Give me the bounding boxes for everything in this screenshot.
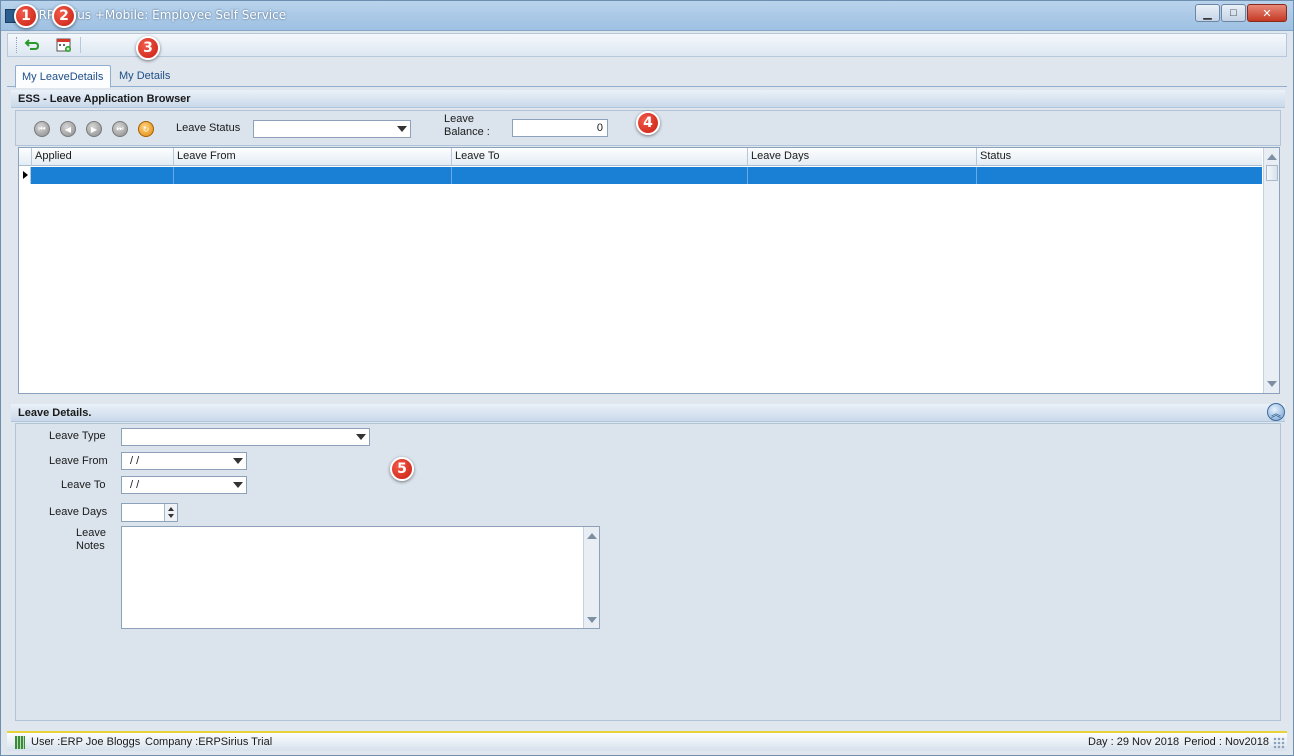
leave-balance-value: 0 <box>596 122 603 134</box>
collapse-panel-icon[interactable]: ︽ <box>1267 403 1285 421</box>
leave-notes-label-line2: Notes <box>76 540 105 552</box>
window-controls: ▁ □ ✕ <box>1195 4 1287 24</box>
column-header-status[interactable]: Status <box>976 148 1262 166</box>
leave-from-label: Leave From <box>49 455 108 467</box>
stepper-buttons[interactable] <box>164 504 177 521</box>
leave-balance-label-line2: Balance : <box>444 126 490 138</box>
status-period: Period : Nov2018 <box>1184 736 1269 748</box>
chevron-down-icon <box>233 458 243 464</box>
leave-balance-label-line1: Leave <box>444 113 474 125</box>
scroll-down-icon[interactable] <box>1265 376 1279 391</box>
status-bars-icon <box>15 736 25 749</box>
toolbar <box>7 33 1287 57</box>
calendar-button[interactable] <box>54 36 74 54</box>
cell-leave-from <box>173 167 451 184</box>
leave-details-panel: Leave Type Leave From / / Leave To / / L… <box>15 423 1281 721</box>
main-window: ERP Sirius +Mobile: Employee Self Servic… <box>0 0 1294 756</box>
previous-record-icon[interactable]: ◀ <box>60 121 76 137</box>
maximize-button[interactable]: □ <box>1221 4 1246 22</box>
column-header-applied[interactable]: Applied <box>31 148 173 166</box>
leave-status-label: Leave Status <box>176 122 241 134</box>
leave-applications-grid[interactable]: Applied Leave From Leave To Leave Days S… <box>18 147 1280 394</box>
status-company: Company :ERPSirius Trial <box>145 736 273 748</box>
leave-days-label: Leave Days <box>49 506 108 518</box>
cell-applied <box>31 167 173 184</box>
leave-from-date-picker[interactable]: / / <box>121 452 247 470</box>
details-section-header: Leave Details. <box>11 404 1285 422</box>
row-indicator <box>19 167 31 184</box>
leave-days-stepper[interactable] <box>121 503 178 522</box>
leave-status-dropdown[interactable] <box>253 120 411 138</box>
return-arrow-icon <box>24 39 40 50</box>
leave-from-value: / / <box>130 455 140 467</box>
resize-grip-icon[interactable] <box>1273 737 1285 749</box>
current-row-icon <box>23 171 28 179</box>
last-record-icon[interactable]: ⏭ <box>112 121 128 137</box>
leave-to-date-picker[interactable]: / / <box>121 476 247 494</box>
calendar-add-icon <box>56 38 71 52</box>
status-user: User :ERP Joe Bloggs <box>31 736 141 748</box>
leave-type-label: Leave Type <box>49 430 106 442</box>
cell-leave-days <box>747 167 976 184</box>
increment-icon[interactable] <box>168 507 174 511</box>
scroll-up-icon[interactable] <box>585 528 599 543</box>
annotation-badge-1: 1 <box>14 4 38 28</box>
first-record-icon[interactable]: ⏮ <box>34 121 50 137</box>
tab-strip: My LeaveDetails My Details <box>7 63 1287 88</box>
annotation-badge-3: 3 <box>136 36 160 60</box>
grid-header: Applied Leave From Leave To Leave Days S… <box>19 148 1262 166</box>
grid-vertical-scrollbar[interactable] <box>1263 148 1279 393</box>
annotation-badge-5: 5 <box>390 457 414 481</box>
next-record-icon[interactable]: ▶ <box>86 121 102 137</box>
leave-to-label: Leave To <box>61 479 106 491</box>
toolbar-separator <box>80 37 81 53</box>
column-header-leave-to[interactable]: Leave To <box>451 148 747 166</box>
notes-vertical-scrollbar[interactable] <box>583 527 599 628</box>
column-header-leave-from[interactable]: Leave From <box>173 148 451 166</box>
chevron-down-icon <box>233 482 243 488</box>
leave-notes-label-line1: Leave <box>76 527 106 539</box>
status-bar: User :ERP Joe Bloggs Company :ERPSirius … <box>7 731 1287 751</box>
title-bar[interactable]: ERP Sirius +Mobile: Employee Self Servic… <box>1 1 1293 31</box>
annotation-badge-2: 2 <box>52 4 76 28</box>
row-selector-header <box>19 148 31 166</box>
column-header-leave-days[interactable]: Leave Days <box>747 148 976 166</box>
close-button[interactable]: ✕ <box>1247 4 1287 22</box>
tab-my-leave-details[interactable]: My LeaveDetails <box>15 65 111 88</box>
status-day: Day : 29 Nov 2018 <box>1088 736 1180 748</box>
browser-section-header: ESS - Leave Application Browser <box>11 90 1285 108</box>
scroll-thumb[interactable] <box>1266 165 1278 181</box>
refresh-icon[interactable]: ↻ <box>138 121 154 137</box>
leave-notes-textarea[interactable] <box>121 526 600 629</box>
leave-balance-field: 0 <box>512 119 608 137</box>
leave-to-value: / / <box>130 479 140 491</box>
scroll-up-icon[interactable] <box>1265 149 1279 164</box>
tab-my-details[interactable]: My Details <box>113 65 185 88</box>
back-button[interactable] <box>22 36 42 54</box>
toolbar-grip <box>16 37 17 53</box>
chevron-down-icon <box>356 434 366 440</box>
chevron-down-icon <box>397 126 407 132</box>
decrement-icon[interactable] <box>168 514 174 518</box>
leave-type-dropdown[interactable] <box>121 428 370 446</box>
table-row[interactable] <box>31 167 1262 184</box>
cell-leave-to <box>451 167 747 184</box>
scroll-down-icon[interactable] <box>585 612 599 627</box>
cell-status <box>976 167 1262 184</box>
annotation-badge-4: 4 <box>636 111 660 135</box>
minimize-button[interactable]: ▁ <box>1195 4 1220 22</box>
